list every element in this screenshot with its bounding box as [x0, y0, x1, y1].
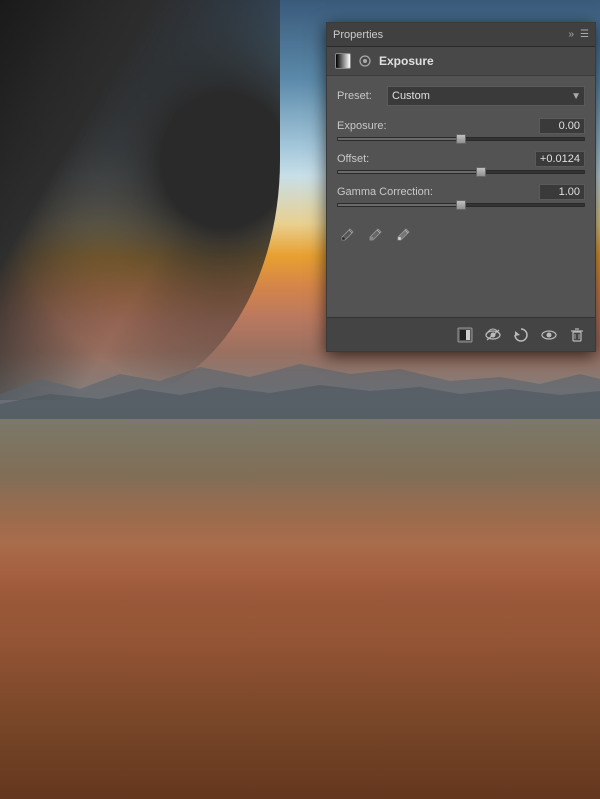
preset-select-wrapper: Custom ▼: [387, 86, 585, 106]
black-point-eyedropper[interactable]: [337, 225, 357, 245]
gamma-label-row: Gamma Correction: 1.00: [337, 184, 585, 200]
offset-slider-fill: [338, 171, 481, 173]
camera-icon: [357, 53, 373, 69]
preset-label: Preset:: [337, 90, 387, 102]
exposure-slider-fill: [338, 138, 461, 140]
preset-select[interactable]: Custom: [387, 86, 585, 106]
panel-spacer: [337, 249, 585, 309]
properties-panel: Properties » ☰ Exposure Preset: Custom ▼: [326, 22, 596, 352]
eye-active-button[interactable]: [481, 323, 505, 347]
gamma-slider-group: Gamma Correction: 1.00: [337, 184, 585, 207]
offset-label: Offset:: [337, 153, 369, 165]
gamma-label: Gamma Correction:: [337, 186, 433, 198]
offset-slider-thumb[interactable]: [476, 167, 486, 177]
panel-header: Properties » ☰: [327, 23, 595, 47]
gamma-slider-fill: [338, 204, 461, 206]
exposure-title: Exposure: [379, 54, 434, 68]
gamma-value[interactable]: 1.00: [539, 184, 585, 200]
delete-button[interactable]: [565, 323, 589, 347]
offset-value[interactable]: +0.0124: [535, 151, 585, 167]
panel-menu-icon[interactable]: ☰: [580, 29, 589, 40]
mid-point-eyedropper[interactable]: [365, 225, 385, 245]
layer-mask-button[interactable]: [453, 323, 477, 347]
exposure-slider-thumb[interactable]: [456, 134, 466, 144]
gamma-slider-track[interactable]: [337, 203, 585, 207]
panel-title: Properties: [333, 29, 383, 41]
exposure-header: Exposure: [327, 47, 595, 76]
offset-slider-track[interactable]: [337, 170, 585, 174]
exposure-value[interactable]: 0.00: [539, 118, 585, 134]
panel-expand-icon[interactable]: »: [568, 29, 574, 40]
exposure-slider-track[interactable]: [337, 137, 585, 141]
eyedropper-row: [337, 221, 585, 249]
preset-row: Preset: Custom ▼: [337, 86, 585, 106]
panel-header-controls: » ☰: [568, 29, 589, 40]
visibility-button[interactable]: [537, 323, 561, 347]
gamma-slider-thumb[interactable]: [456, 200, 466, 210]
offset-label-row: Offset: +0.0124: [337, 151, 585, 167]
panel-footer: [327, 317, 595, 351]
exposure-label: Exposure:: [337, 120, 387, 132]
cityscape-overlay: [0, 419, 600, 799]
white-point-eyedropper[interactable]: [393, 225, 413, 245]
exposure-slider-group: Exposure: 0.00: [337, 118, 585, 141]
offset-slider-group: Offset: +0.0124: [337, 151, 585, 174]
reset-button[interactable]: [509, 323, 533, 347]
exposure-label-row: Exposure: 0.00: [337, 118, 585, 134]
exposure-gradient-icon: [335, 53, 351, 69]
panel-body: Preset: Custom ▼ Exposure: 0.00 Offset:: [327, 76, 595, 317]
